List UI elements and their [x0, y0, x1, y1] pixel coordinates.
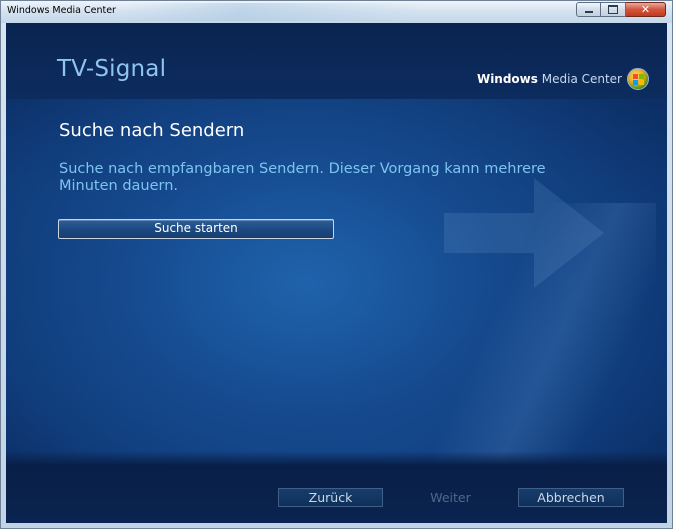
app-window: Windows Media Center ✕ TV-Signal Windows…	[0, 0, 673, 529]
page-title: TV-Signal	[57, 56, 167, 82]
back-button[interactable]: Zurück	[278, 488, 383, 507]
brand-name-bold: Windows	[476, 72, 538, 86]
maximize-button[interactable]	[601, 2, 626, 17]
close-button[interactable]: ✕	[626, 2, 666, 17]
footer-band	[6, 451, 667, 523]
title-bar[interactable]: Windows Media Center ✕	[1, 1, 672, 23]
next-button[interactable]: Weiter	[398, 488, 503, 507]
window-controls: ✕	[576, 2, 666, 17]
window-title: Windows Media Center	[7, 5, 116, 16]
close-icon: ✕	[640, 3, 651, 16]
brand-name-light: Media Center	[541, 72, 622, 86]
windows-logo-icon	[627, 68, 649, 90]
start-search-button[interactable]: Suche starten	[58, 219, 334, 239]
media-center-stage: TV-Signal Windows Media Center Suche nac…	[6, 23, 667, 523]
cancel-button[interactable]: Abbrechen	[518, 488, 624, 507]
maximize-icon	[608, 5, 618, 14]
brand: Windows Media Center	[477, 68, 649, 90]
description-text: Suche nach empfangbaren Sendern. Dieser …	[59, 161, 546, 194]
minimize-icon	[584, 11, 593, 13]
minimize-button[interactable]	[576, 2, 601, 17]
section-heading: Suche nach Sendern	[59, 120, 245, 141]
